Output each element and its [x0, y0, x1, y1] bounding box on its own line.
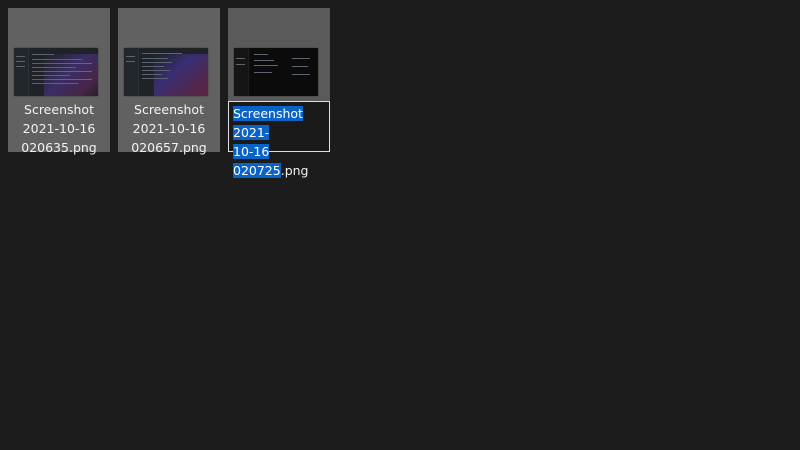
file-tile[interactable]: Screenshot 2021-10-16 020657.png: [118, 8, 220, 155]
file-name-line: Screenshot: [24, 102, 94, 117]
file-name-line: 020657.png: [131, 140, 207, 155]
file-tile[interactable]: Screenshot 2021-10-16 020635.png: [8, 8, 110, 155]
file-name-line: 2021-10-16: [132, 121, 206, 136]
image-thumbnail: [234, 48, 318, 96]
selected-text: 10-16 020725: [233, 144, 281, 178]
rename-input[interactable]: Screenshot 2021- 10-16 020725.png: [228, 101, 330, 178]
file-name-line: 2021-10-16: [22, 121, 96, 136]
file-tile-renaming[interactable]: Screenshot 2021- 10-16 020725.png: [228, 8, 330, 178]
file-name: Screenshot 2021-10-16 020657.png: [118, 100, 220, 157]
file-name-line: 020635.png: [21, 140, 97, 155]
file-list-view: Screenshot 2021-10-16 020635.png Screens…: [0, 0, 800, 450]
selected-text: Screenshot 2021-: [233, 106, 303, 140]
image-thumbnail: [14, 48, 98, 96]
file-extension: .png: [280, 163, 309, 178]
image-thumbnail: [124, 48, 208, 96]
file-name-line: Screenshot: [134, 102, 204, 117]
file-name: Screenshot 2021-10-16 020635.png: [8, 100, 110, 157]
